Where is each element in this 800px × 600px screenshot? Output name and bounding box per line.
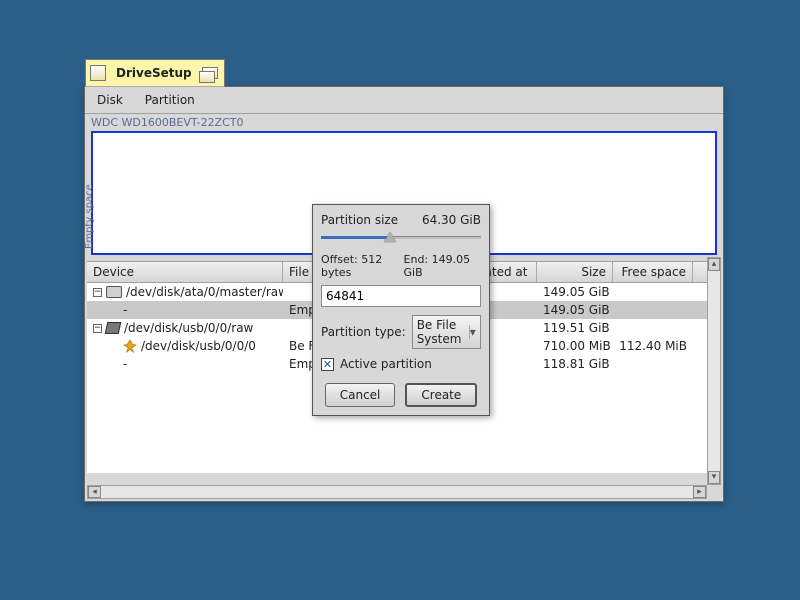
harddisk-icon [106, 286, 122, 298]
menu-partition[interactable]: Partition [141, 91, 199, 109]
partition-size-label: Partition size [321, 213, 398, 227]
chevron-down-icon: ▾ [469, 325, 476, 339]
offset-label: Offset: 512 bytes [321, 253, 404, 279]
device-path: - [123, 357, 127, 371]
window-title: DriveSetup [112, 66, 196, 80]
cell-free: 112.40 MiB [613, 339, 693, 353]
menu-disk[interactable]: Disk [93, 91, 127, 109]
partition-size-slider[interactable] [321, 231, 481, 247]
end-label: End: 149.05 GiB [404, 253, 481, 279]
titlebar[interactable]: DriveSetup [85, 59, 225, 87]
scroll-left-icon[interactable]: ◂ [88, 486, 101, 498]
disk-model-label: WDC WD1600BEVT-22ZCT0 [85, 114, 723, 129]
scrollbar-horizontal[interactable]: ◂ ▸ [87, 485, 707, 499]
partition-size-input[interactable] [321, 285, 481, 307]
zoom-icon[interactable] [202, 67, 218, 79]
cancel-button[interactable]: Cancel [325, 383, 396, 407]
cell-size: 149.05 GiB [537, 303, 613, 317]
active-partition-checkbox[interactable]: ✕ [321, 358, 334, 371]
device-path: /dev/disk/usb/0/0/raw [124, 321, 253, 335]
create-button[interactable]: Create [405, 383, 477, 407]
device-path: /dev/disk/usb/0/0/0 [141, 339, 256, 353]
active-partition-label: Active partition [340, 357, 432, 371]
scroll-right-icon[interactable]: ▸ [693, 486, 706, 498]
partition-type-select[interactable]: Be File System ▾ [412, 315, 481, 349]
cell-size: 710.00 MiB [537, 339, 613, 353]
tree-expander-icon[interactable]: − [93, 288, 102, 297]
cell-size: 118.81 GiB [537, 357, 613, 371]
cell-size: 119.51 GiB [537, 321, 613, 335]
tree-expander-icon[interactable]: − [93, 324, 102, 333]
device-path: /dev/disk/ata/0/master/raw [126, 285, 283, 299]
col-size[interactable]: Size [537, 262, 613, 282]
scroll-down-icon[interactable]: ▾ [708, 471, 720, 484]
menubar: Disk Partition [85, 87, 723, 114]
col-free[interactable]: Free space [613, 262, 693, 282]
scrollbar-vertical[interactable]: ▴ ▾ [707, 257, 721, 485]
cell-size: 149.05 GiB [537, 285, 613, 299]
partition-size-value: 64.30 GiB [422, 213, 481, 227]
device-path: - [123, 303, 127, 317]
create-partition-dialog: Partition size 64.30 GiB Offset: 512 byt… [312, 204, 490, 416]
close-icon[interactable] [90, 65, 106, 81]
partition-type-value: Be File System [417, 318, 469, 346]
partition-type-label: Partition type: [321, 325, 406, 339]
col-device[interactable]: Device [87, 262, 283, 282]
usb-drive-icon [105, 322, 122, 334]
empty-space-label: Empty space [84, 184, 95, 249]
slider-thumb-icon[interactable] [384, 232, 396, 242]
scroll-up-icon[interactable]: ▴ [708, 258, 720, 271]
haiku-leaf-icon [123, 339, 137, 353]
